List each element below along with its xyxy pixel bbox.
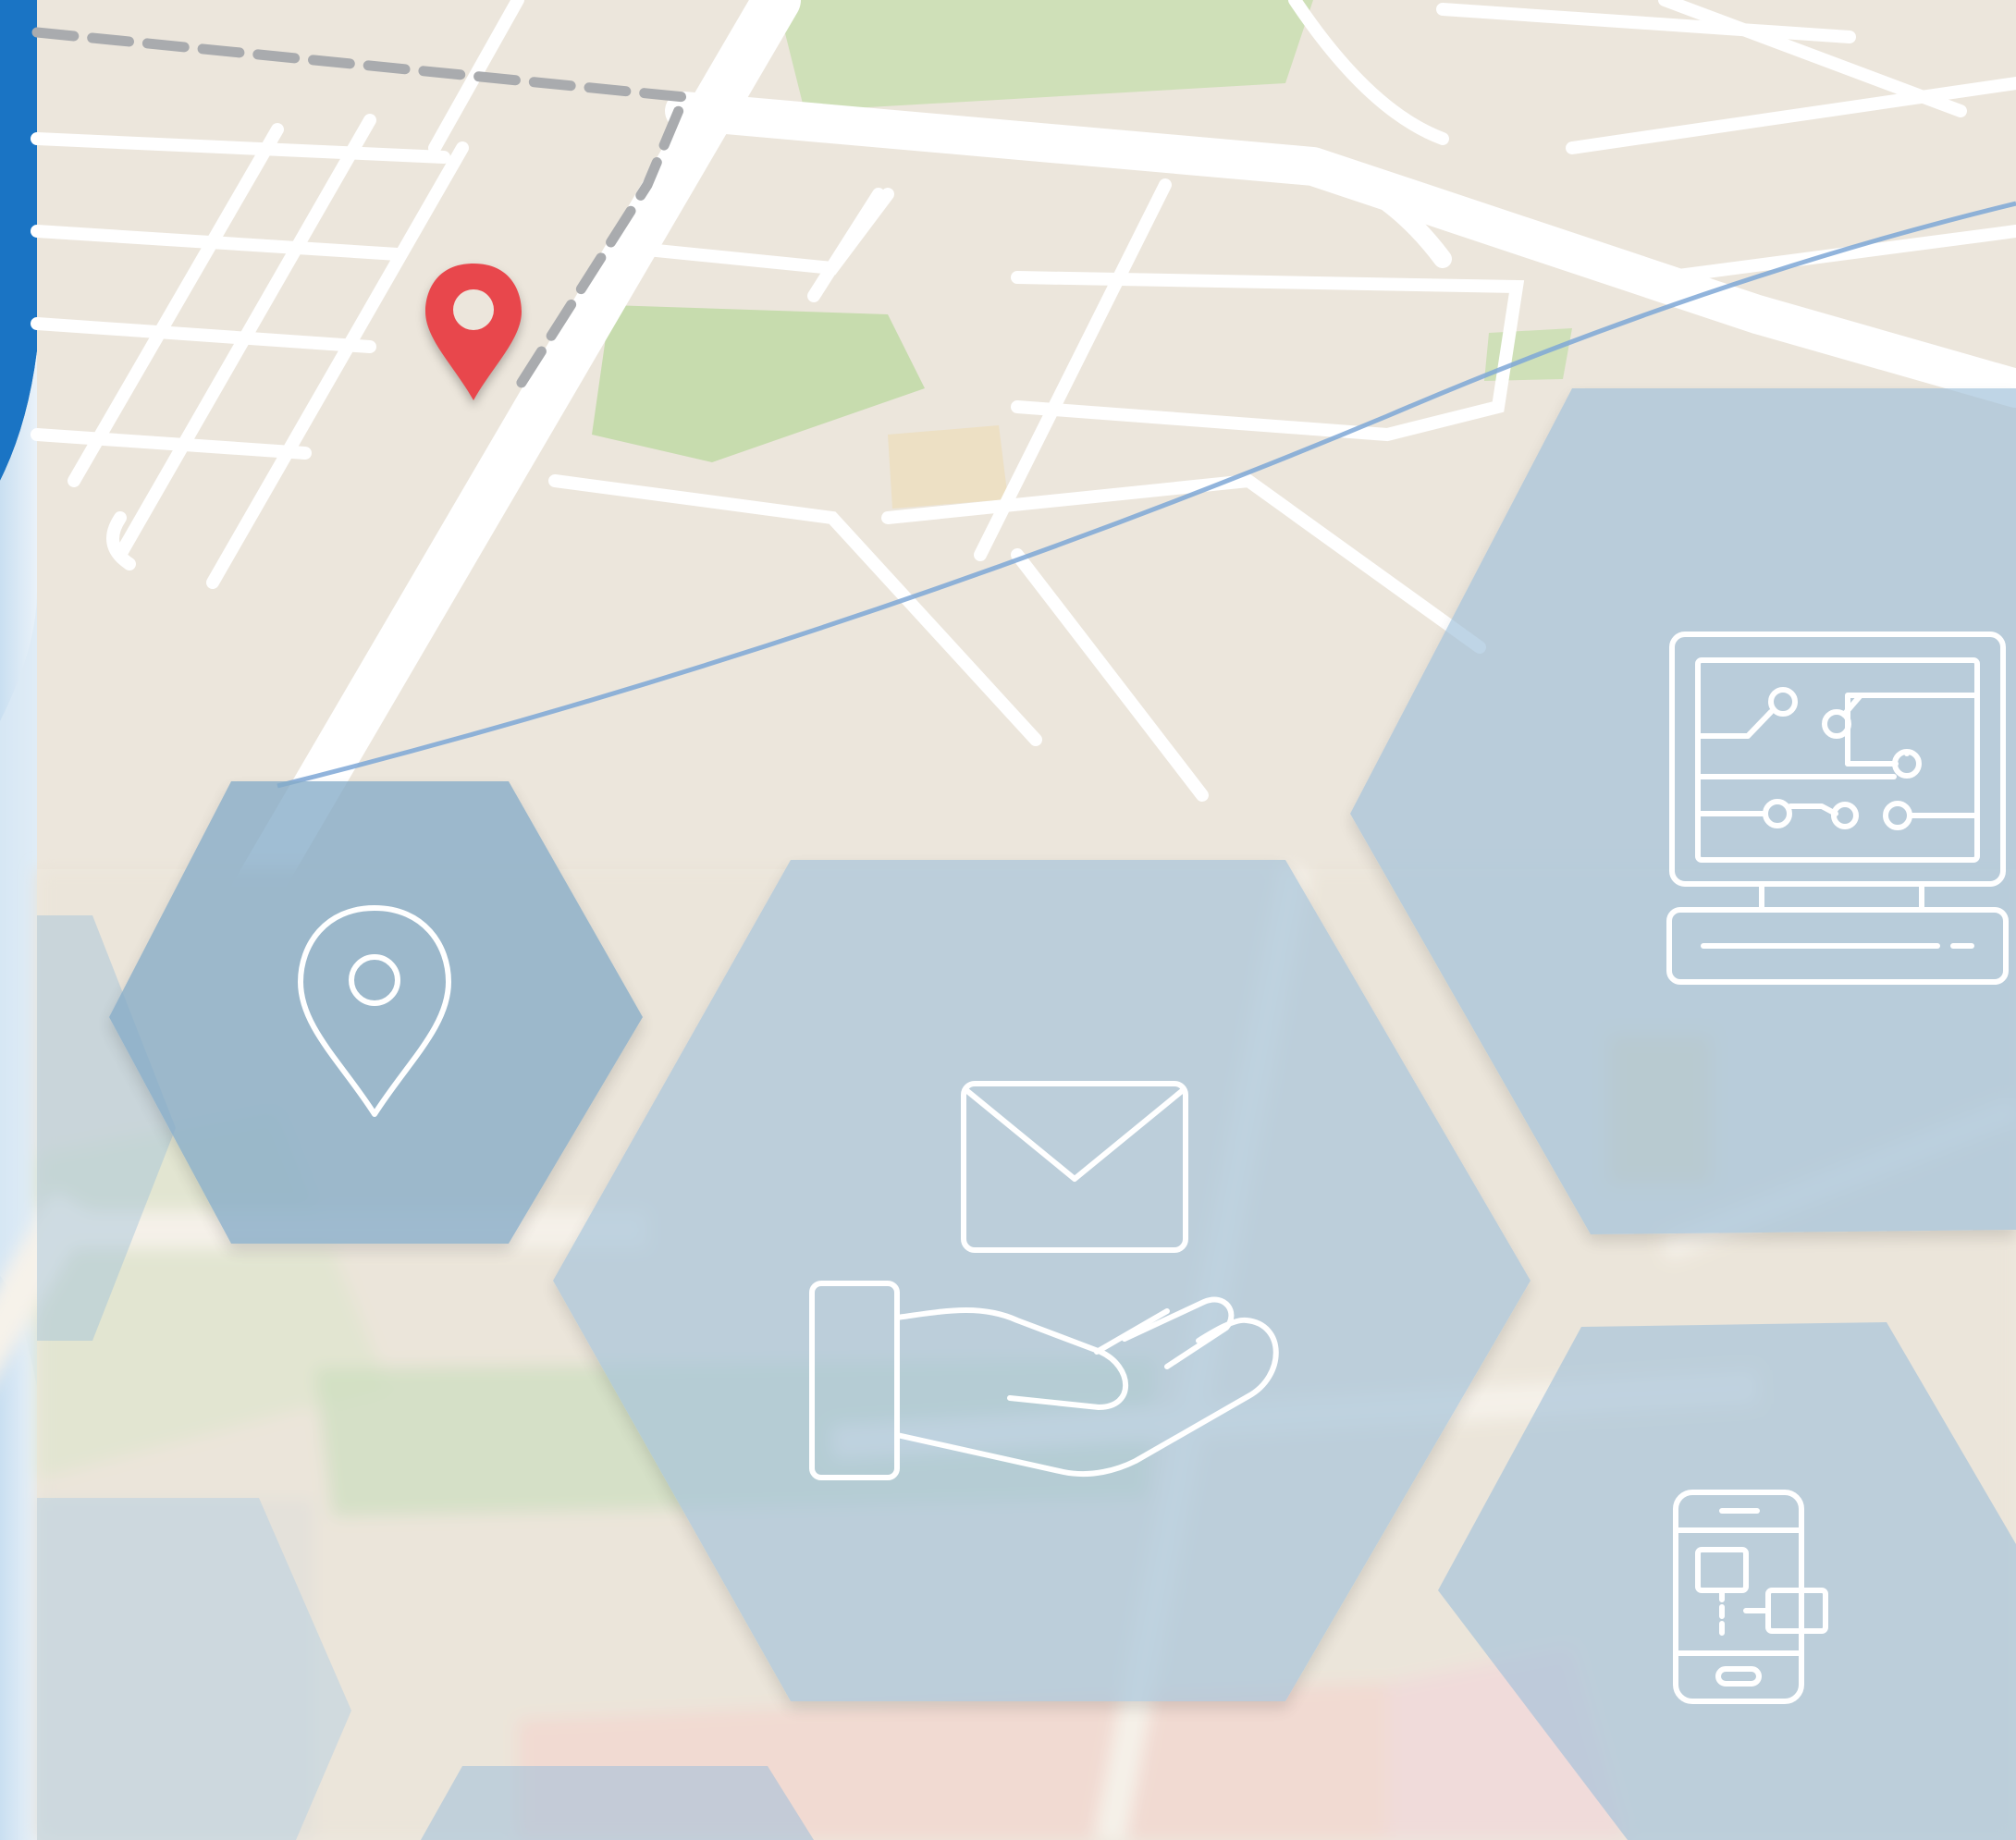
- left-accent: [0, 0, 37, 1840]
- map-illustration: [0, 0, 2016, 1840]
- hex-partial-bottom-center: [421, 1766, 814, 1840]
